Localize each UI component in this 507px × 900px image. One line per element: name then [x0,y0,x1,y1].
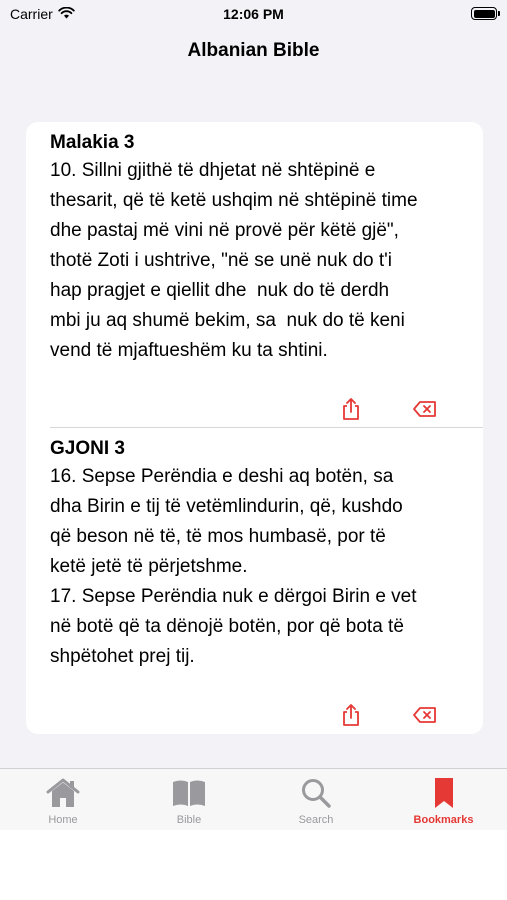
page-title: Albanian Bible [187,40,320,61]
bookmark-verse-text: 10. Sillni gjithë të dhjetat në shtëpinë… [50,160,418,361]
delete-backward-icon [413,401,436,417]
tab-bible[interactable]: Bible [126,769,252,830]
share-button[interactable] [336,700,366,730]
bookmark-reference: GJONI 3 [50,438,125,459]
bookmark-item: GJONI 3 16. Sepse Perëndia e deshi aq bo… [50,436,462,672]
tab-label: Search [298,814,334,826]
magnifier-icon [302,779,331,808]
bookmark-item: Malakia 3 10. Sillni gjithë të dhjetat n… [50,130,462,366]
share-icon [343,704,359,726]
bookmark-divider [50,427,483,428]
tab-label: Bookmarks [413,814,474,826]
delete-bookmark-button[interactable] [410,394,440,424]
house-icon [46,778,80,807]
app-screen: Carrier 12:06 PM Albanian Bible Malakia … [0,0,507,830]
delete-backward-icon [413,707,436,723]
tab-search[interactable]: Search [253,769,379,830]
bookmark-reference: Malakia 3 [50,132,135,153]
tab-label: Home [48,814,78,826]
battery-icon [471,7,500,20]
tab-bar: Home Bible Search Bookmarks [0,768,507,830]
share-button[interactable] [336,394,366,424]
share-icon [343,398,359,420]
delete-bookmark-button[interactable] [410,700,440,730]
bookmark-verse-text: 16. Sepse Perëndia e deshi aq botën, sa … [50,466,417,667]
bookmarks-card: Malakia 3 10. Sillni gjithë të dhjetat n… [26,122,483,734]
tab-label: Bible [176,814,202,826]
tab-home[interactable]: Home [0,769,126,830]
status-bar: Carrier 12:06 PM [0,0,507,30]
tab-bookmarks[interactable]: Bookmarks [380,769,507,830]
status-time: 12:06 PM [223,6,284,22]
book-icon [173,780,205,806]
bookmark-icon [434,778,453,808]
